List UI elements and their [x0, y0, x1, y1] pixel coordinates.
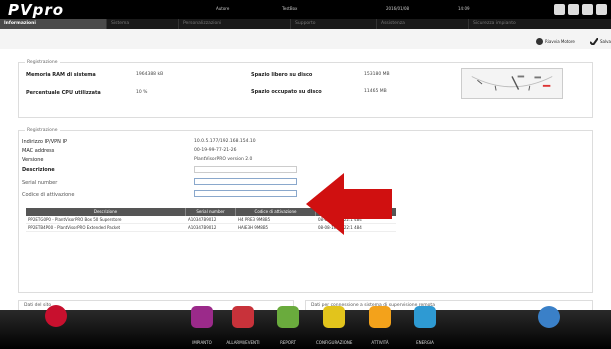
version-value: PlantVisorPRO version 2.0 [194, 157, 253, 162]
action-bar: Riavvia Motore Salva [0, 29, 611, 49]
tab-personalizzazioni[interactable]: Personalizzazioni [178, 19, 290, 29]
screen-icon[interactable] [568, 4, 579, 15]
serial-label: Serial number [22, 180, 58, 186]
ip-value: 10.0.5.177/192.168.154.10 [194, 139, 256, 144]
alarm-icon[interactable] [45, 305, 67, 327]
cell-description: PP2ETG0P0 - PlantVisorPRO Box 50 Superst… [28, 217, 122, 222]
check-icon [590, 38, 598, 45]
tab-assistenza[interactable]: Assistenza [376, 19, 468, 29]
system-info-legend: Registrazione [27, 60, 58, 65]
nav-allarmi-label[interactable]: ALLARMI/EVENTI [225, 340, 261, 345]
col-serial: Serial number [186, 208, 236, 216]
save-button[interactable]: Salva [590, 37, 611, 46]
restart-button[interactable]: Riavvia Motore [536, 37, 575, 46]
impianto-icon[interactable] [191, 306, 213, 328]
energia-icon[interactable] [414, 306, 436, 328]
ram-value: 1964388 kB [136, 72, 164, 77]
col-description: Descrizione [26, 208, 186, 216]
nav-configurazione-label[interactable]: CONFIGURAZIONE [316, 340, 352, 345]
user-name: Autore [216, 6, 230, 11]
cell-serial: A10347B9012 [188, 217, 217, 222]
tab-bar: Informazioni Sistema Personalizzazioni S… [0, 19, 611, 29]
serial-number-field[interactable] [194, 178, 297, 185]
home-icon[interactable] [538, 306, 560, 328]
ram-label: Memoria RAM di sistema [26, 72, 96, 78]
free-disk-value: 153180 MB [364, 72, 390, 77]
nav-report-label[interactable]: REPORT [270, 340, 306, 345]
cell-serial: A10347B9012 [188, 225, 217, 230]
nav-energia-label[interactable]: ENERGIA [407, 340, 443, 345]
print-icon[interactable] [582, 4, 593, 15]
description-field[interactable] [194, 166, 297, 173]
tab-supporto[interactable]: Supporto [290, 19, 376, 29]
report-icon[interactable] [277, 306, 299, 328]
registration-legend: Registrazione [27, 128, 58, 133]
cell-description: PP2ETB4P00 - PlantVisorPRO Extended Pack… [28, 225, 121, 230]
used-disk-label: Spazio occupato su disco [251, 89, 322, 95]
gauge-icon [461, 68, 563, 99]
logout-icon[interactable] [596, 4, 607, 15]
activation-code-field[interactable] [194, 190, 297, 197]
mac-label: MAC address [22, 148, 55, 154]
tab-informazioni[interactable]: Informazioni [0, 19, 106, 29]
nav-impianto-label[interactable]: IMPIANTO [184, 340, 220, 345]
restart-label: Riavvia Motore [545, 39, 575, 44]
site-name: TestBox [282, 6, 298, 11]
cpu-value: 10 % [136, 90, 148, 95]
configurazione-icon[interactable] [323, 306, 345, 328]
help-icon[interactable] [554, 4, 565, 15]
restart-icon [536, 38, 543, 45]
ip-label: Indirizzo IP/VPN IP [22, 139, 67, 145]
date: 2016/01/08 [386, 6, 410, 11]
nav-attivita-label[interactable]: ATTIVITÀ [362, 340, 398, 345]
free-disk-label: Spazio libero su disco [251, 72, 313, 78]
arrow-icon [306, 173, 392, 235]
attivita-icon[interactable] [369, 306, 391, 328]
activation-label: Codice di attivazione [22, 192, 75, 198]
description-label: Descrizione [22, 167, 55, 173]
mac-value: 00-19-99-77-21-26 [194, 148, 237, 153]
tab-sistema[interactable]: Sistema [106, 19, 178, 29]
version-label: Versione [22, 157, 44, 163]
used-disk-value: 11465 MB [364, 89, 387, 94]
cpu-label: Percentuale CPU utilizzata [26, 90, 101, 96]
tab-sicurezza[interactable]: Sicurezza impianto [468, 19, 611, 29]
allarmi-icon[interactable] [232, 306, 254, 328]
top-bar: PVpro Autore TestBox 2016/01/08 14:09 [0, 0, 611, 19]
app-logo: PVpro [8, 1, 65, 19]
save-label: Salva [600, 39, 611, 44]
time: 14:09 [458, 6, 470, 11]
